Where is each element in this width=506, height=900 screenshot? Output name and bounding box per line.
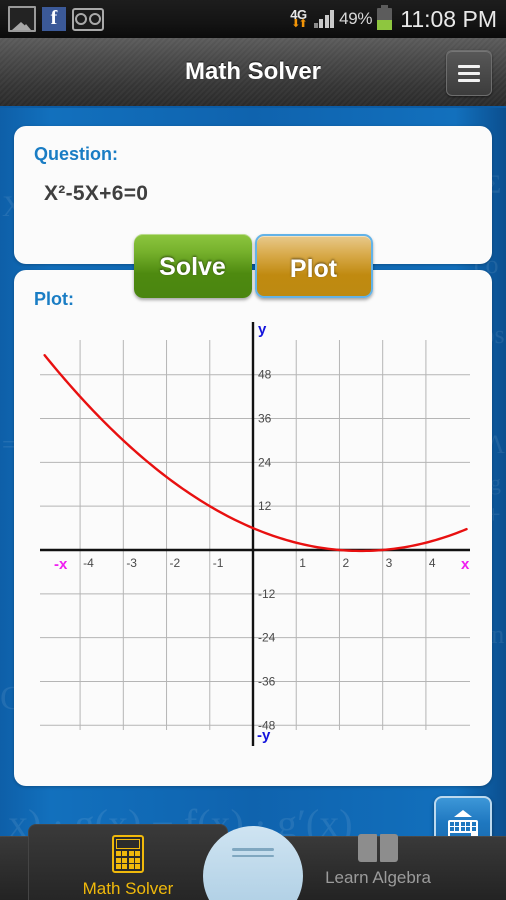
svg-text:4: 4 xyxy=(429,556,436,570)
function-graph[interactable]: -4 -3 -2 -1 1 2 3 4 48 36 24 12 -12 -24 -36 -48 -x x y -y xyxy=(14,310,492,765)
status-bar-left-icons: f xyxy=(0,6,104,32)
question-equation[interactable]: X²-5X+6=0 xyxy=(44,182,148,206)
title-bar: Math Solver xyxy=(0,38,506,108)
status-bar: f 4G ⬇⬆ 49% 11:08 PM xyxy=(0,0,506,38)
svg-text:-1: -1 xyxy=(213,556,224,570)
status-bar-right-icons: 4G ⬇⬆ 49% 11:08 PM xyxy=(290,5,506,33)
svg-text:y: y xyxy=(258,321,267,338)
battery-percent-label: 49% xyxy=(339,9,373,28)
svg-text:3: 3 xyxy=(386,556,393,570)
svg-text:-x: -x xyxy=(54,556,68,573)
book-icon xyxy=(358,834,398,862)
nav-label-learn-algebra: Learn Algebra xyxy=(325,868,431,887)
question-label: Question: xyxy=(34,144,118,164)
hamburger-menu-icon[interactable] xyxy=(446,50,492,96)
keyboard-up-arrow-icon xyxy=(454,810,472,817)
svg-text:2: 2 xyxy=(342,556,349,570)
svg-text:-2: -2 xyxy=(170,556,181,570)
plot-button[interactable]: Plot xyxy=(254,234,373,298)
facebook-icon: f xyxy=(42,7,66,31)
svg-text:-3: -3 xyxy=(126,556,137,570)
svg-text:36: 36 xyxy=(258,412,272,426)
solve-button[interactable]: Solve xyxy=(133,234,252,298)
data-arrows-icon: ⬇⬆ xyxy=(291,18,308,30)
svg-text:-y: -y xyxy=(257,727,271,744)
svg-text:-12: -12 xyxy=(258,587,276,601)
svg-text:-36: -36 xyxy=(258,674,276,688)
page-title: Math Solver xyxy=(184,58,322,85)
clock-label: 11:08 PM xyxy=(400,5,497,32)
svg-text:24: 24 xyxy=(258,455,272,469)
svg-text:12: 12 xyxy=(258,499,272,513)
voicemail-icon xyxy=(72,7,104,31)
signal-strength-icon xyxy=(313,10,335,28)
battery-icon xyxy=(377,5,393,30)
nav-label-math-solver: Math Solver xyxy=(82,879,174,898)
calculator-icon xyxy=(112,835,144,873)
gallery-icon xyxy=(8,6,36,32)
svg-text:-24: -24 xyxy=(258,631,276,645)
svg-text:1: 1 xyxy=(299,556,306,570)
graph-svg: -4 -3 -2 -1 1 2 3 448362412-12-24-36-48-x xy-y xyxy=(40,321,470,746)
svg-text:48: 48 xyxy=(258,368,272,382)
svg-text:x: x xyxy=(461,556,470,573)
nav-item-math-solver[interactable]: Math Solver xyxy=(28,824,228,900)
network-4g-icon: 4G ⬇⬆ xyxy=(290,8,308,30)
svg-text:-4: -4 xyxy=(83,556,94,570)
bottom-navigation-bar: Math Solver Learn Algebra xyxy=(0,824,506,900)
action-button-row: Solve Plot xyxy=(0,234,506,298)
app-root: x) · g(x) − f(x) · g′(x) co cos Σ Λ g + … xyxy=(0,0,506,900)
